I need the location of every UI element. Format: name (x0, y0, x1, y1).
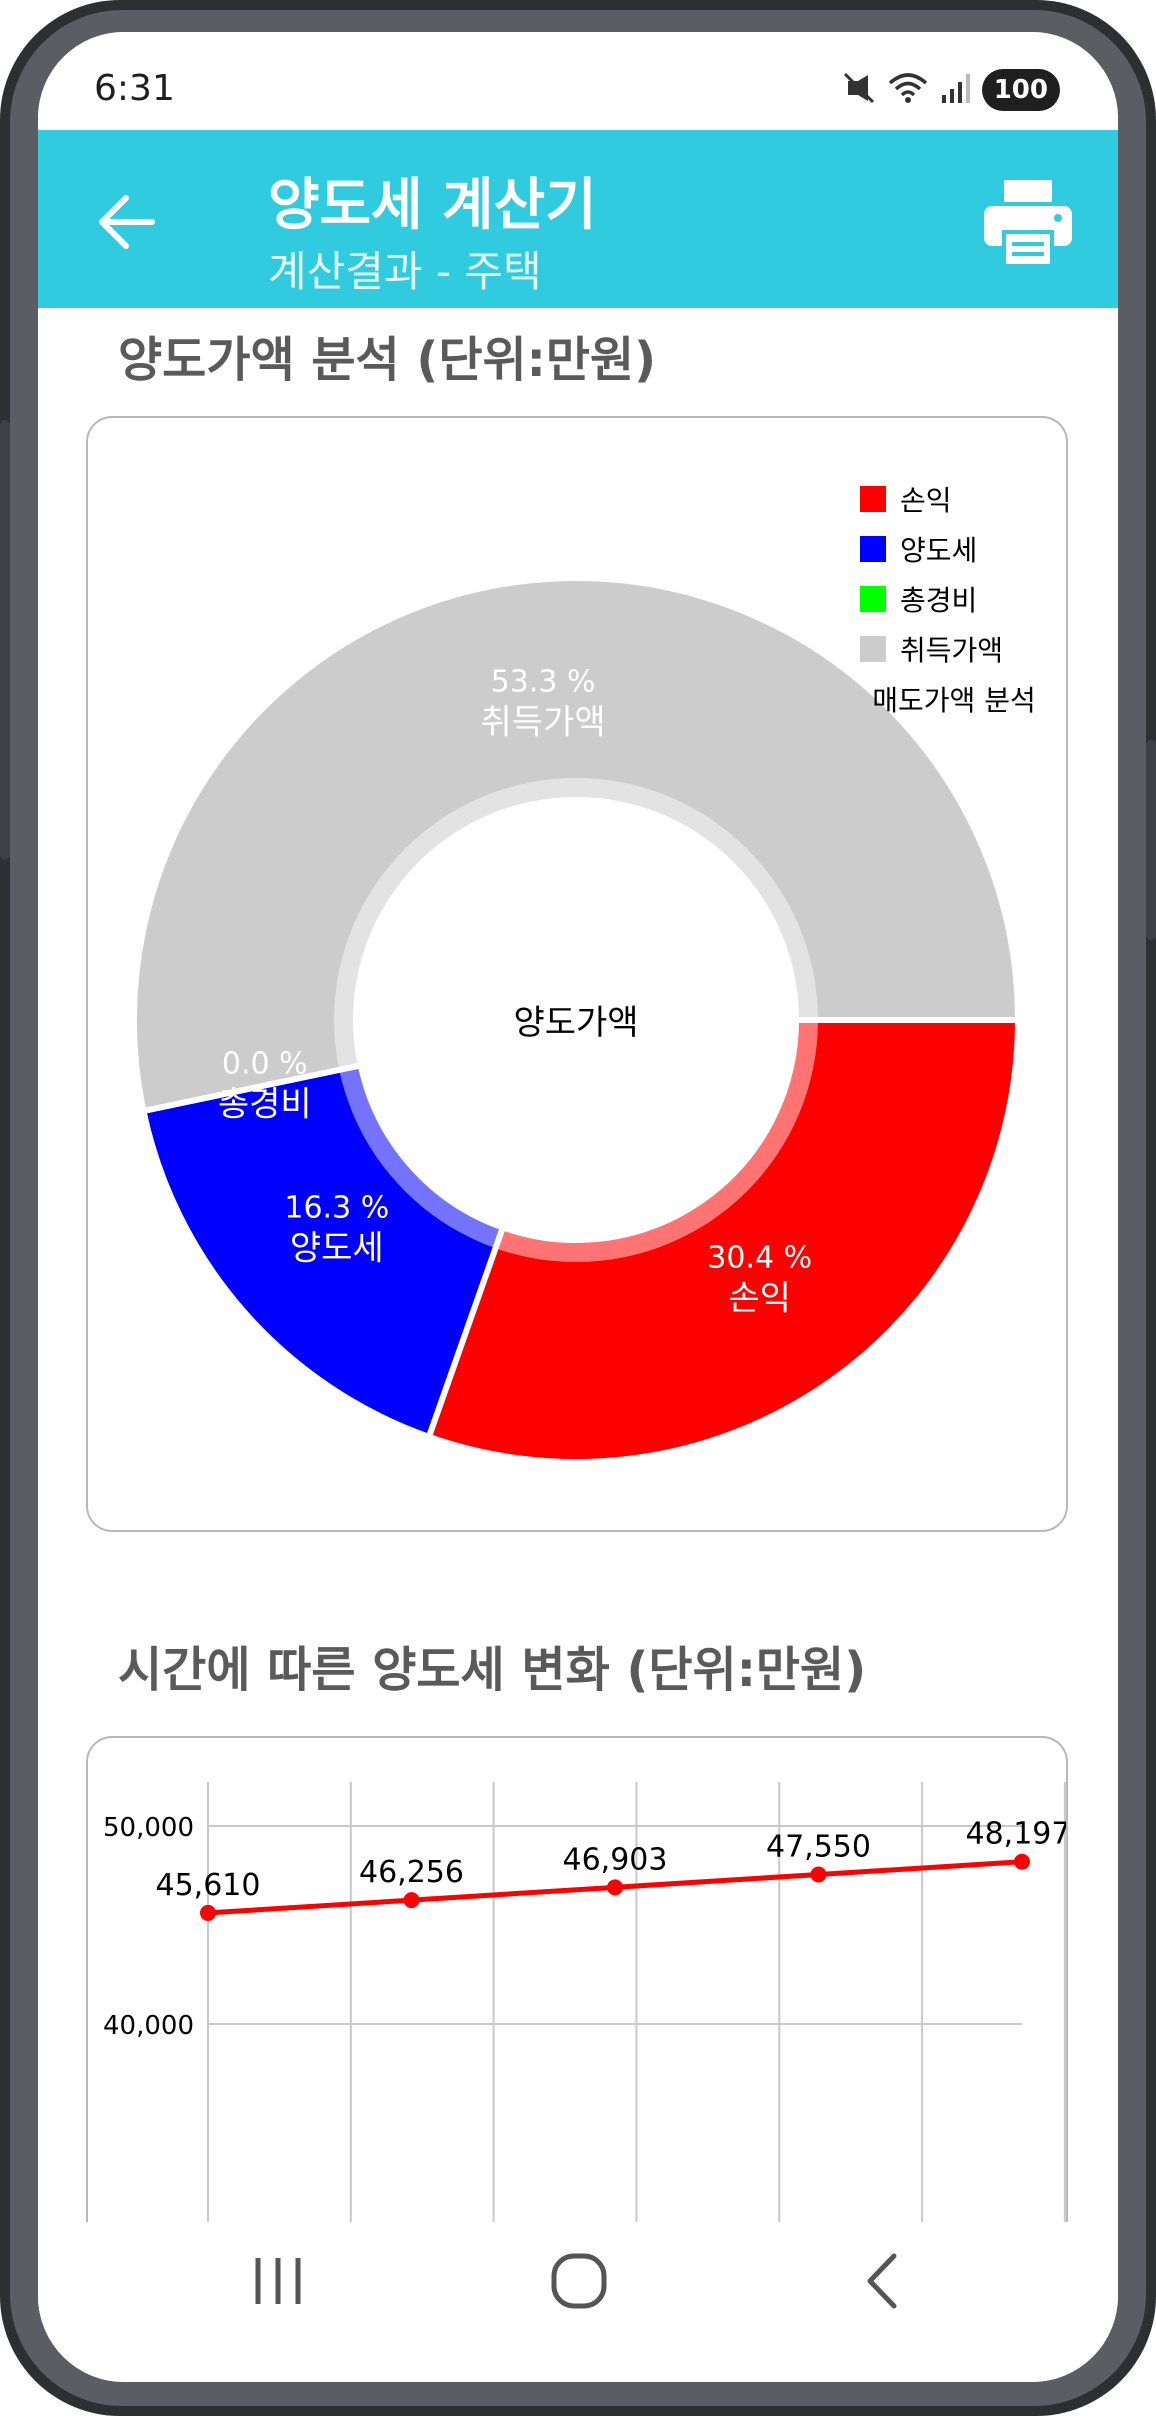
data-label: 46,903 (563, 1842, 668, 1877)
data-point (403, 1892, 420, 1909)
legend-title: 매도가액 분석 (872, 684, 1035, 717)
y-tick-label: 40,000 (103, 2011, 194, 2041)
pie-chart: 양도가액 30.4 %손익16.3 %양도세0.0 %총경비53.3 %취득가액… (131, 484, 1036, 1465)
signal-icon (940, 71, 970, 109)
line-chart-card: 50,000 40,000 45,610 46,256 46,903 47,550 48,1… (86, 1736, 1068, 2276)
data-point (1014, 1853, 1030, 1870)
pie-chart-card: 양도가액 30.4 % 손익 16.3 % 양도세 0.0 % 총경비 53.3 % 취득가액… (86, 416, 1068, 1532)
side-button (0, 420, 10, 860)
section-title-sale-analysis: 양도가액 분석 (단위:만원) (118, 332, 657, 388)
app-title: 양도세 계산기 (268, 173, 597, 238)
data-point (810, 1866, 827, 1883)
home-button[interactable] (520, 2222, 640, 2342)
printer-icon (978, 180, 1078, 276)
pie-percent-label: 53.3 % (491, 665, 596, 700)
legend-swatch (860, 586, 886, 612)
recent-apps-icon (218, 2258, 338, 2346)
pie-slice-label: 총경비 (218, 1084, 312, 1124)
app-bar: 양도세 계산기 계산결과 - 주택 (38, 130, 1118, 308)
home-icon (520, 2253, 640, 2346)
section-title-tax-trend: 시간에 따른 양도세 변화 (단위:만원) (118, 1642, 867, 1698)
y-tick-label: 50,000 (103, 1813, 194, 1843)
pie-percent-label: 16.3 % (284, 1191, 389, 1226)
screen: 6:31 100 양도세 계산기 계산결과 - 주택 양도가액 분석 (단위:만… (38, 32, 1118, 2382)
pie-slice-label: 손익 (728, 1279, 791, 1319)
data-label: 45,610 (156, 1868, 261, 1903)
arrow-back-icon (88, 195, 168, 266)
chevron-left-icon (822, 2253, 942, 2346)
system-nav-bar (38, 2222, 1118, 2382)
battery-level: 100 (981, 69, 1060, 111)
side-button (1146, 740, 1156, 940)
legend-swatch (860, 636, 886, 662)
nav-back-button[interactable] (822, 2222, 942, 2342)
data-label: 48,197 (966, 1817, 1068, 1852)
pie-slice-label: 양도세 (290, 1229, 384, 1269)
pie-center-label: 양도가액 (513, 1003, 638, 1043)
status-time: 6:31 (94, 68, 175, 109)
legend-swatch (860, 486, 886, 512)
data-point (607, 1879, 623, 1896)
data-label: 46,256 (359, 1855, 464, 1890)
print-button[interactable] (978, 172, 1078, 272)
wifi-icon (888, 71, 928, 109)
legend-label: 취득가액 (900, 634, 1003, 667)
pie-percent-label: 0.0 % (222, 1046, 308, 1081)
back-button[interactable] (88, 182, 168, 262)
legend-label: 총경비 (900, 584, 977, 617)
vibrate-mute-icon (842, 71, 876, 109)
data-point (200, 1904, 216, 1921)
legend-label: 손익 (900, 484, 952, 517)
recent-apps-button[interactable] (218, 2222, 338, 2342)
data-label: 47,550 (766, 1830, 871, 1865)
app-subtitle: 계산결과 - 주택 (268, 247, 542, 296)
status-icons: 100 (842, 68, 1060, 112)
pie-slice-label: 취득가액 (481, 703, 606, 743)
pie-percent-label: 30.4 % (707, 1241, 812, 1276)
legend-swatch (860, 536, 886, 562)
line-chart: 50,000 40,000 45,610 46,256 46,903 47,550 48,1… (103, 1782, 1068, 2274)
status-bar: 6:31 100 (38, 32, 1118, 130)
legend-label: 양도세 (900, 534, 977, 567)
